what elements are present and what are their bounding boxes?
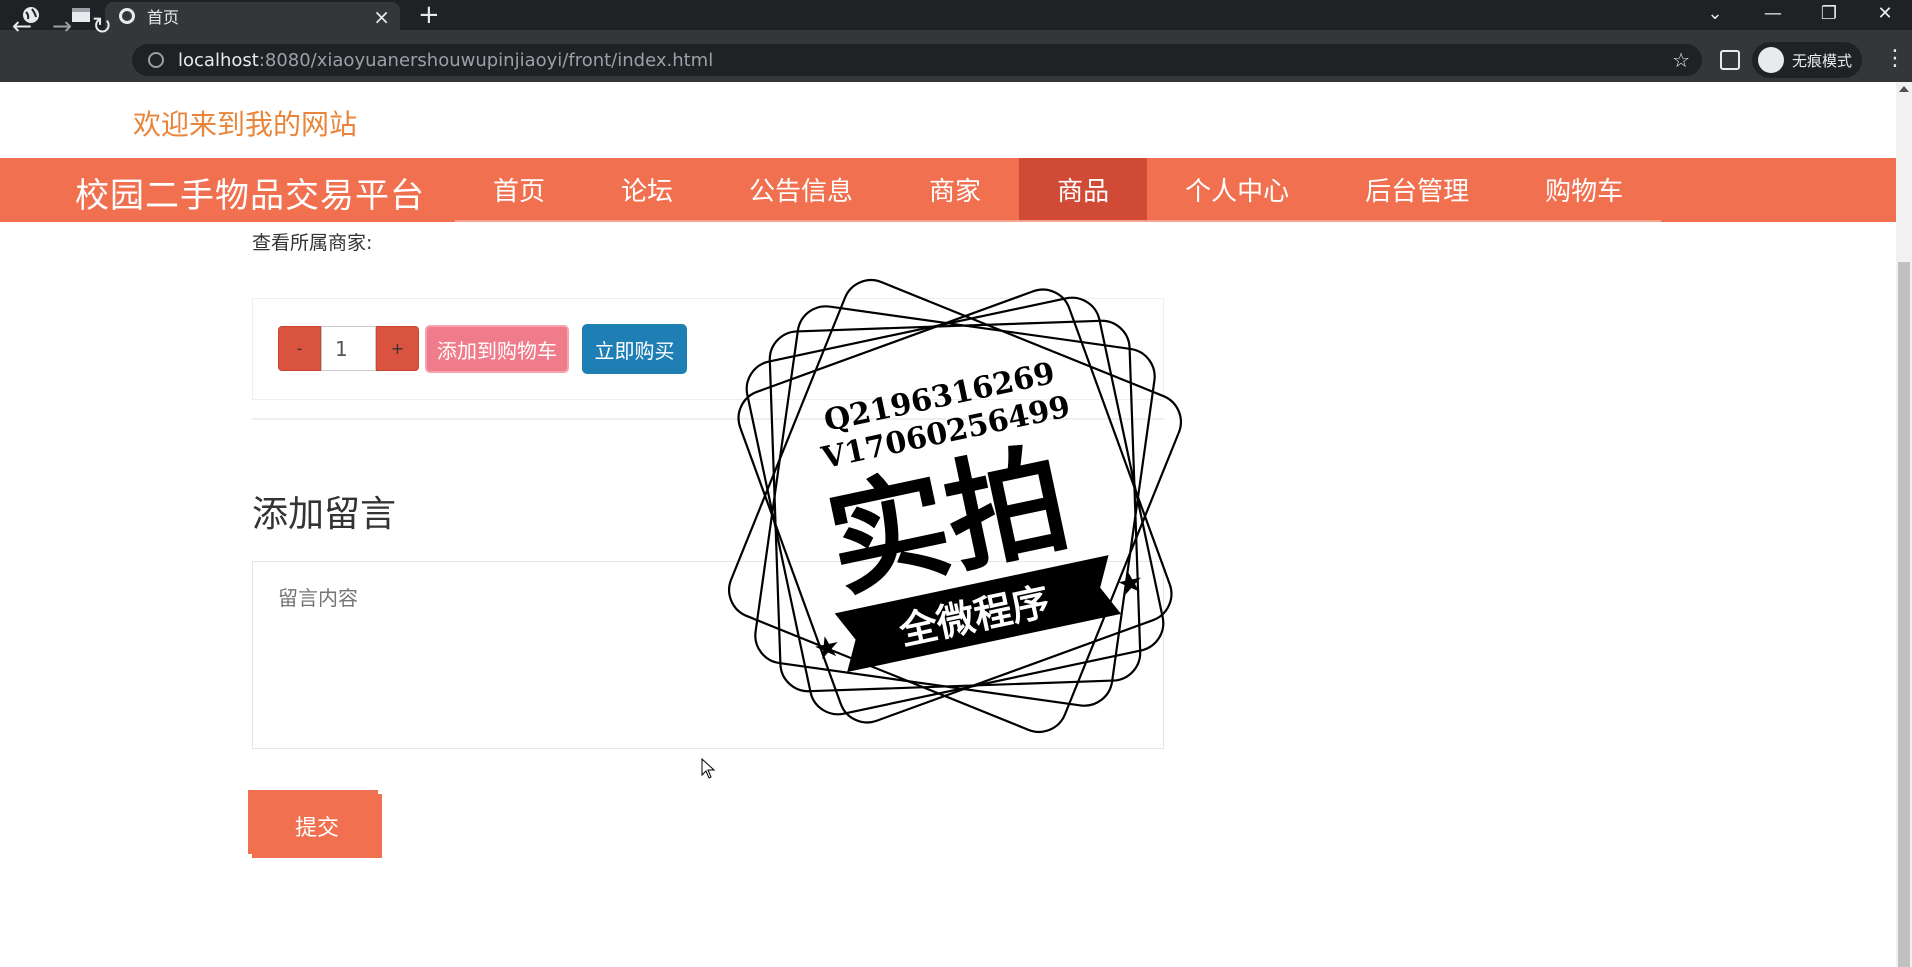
welcome-text: 欢迎来到我的网站	[133, 108, 358, 141]
reading-list-icon[interactable]	[1720, 50, 1740, 70]
nav-admin[interactable]: 后台管理	[1327, 158, 1508, 222]
globe-icon	[119, 8, 135, 24]
url-bar[interactable]: localhost:8080/xiaoyuanershouwupinjiaoyi…	[132, 44, 1702, 76]
restore-button[interactable]: ❐	[1806, 0, 1852, 30]
tab-title: 首页	[147, 8, 180, 27]
nav-cart[interactable]: 购物车	[1507, 158, 1662, 222]
submit-button[interactable]: 提交	[252, 794, 382, 858]
add-to-cart-button[interactable]: 添加到购物车	[425, 325, 569, 373]
comment-section-title: 添加留言	[252, 494, 397, 535]
view-merchant-link[interactable]: 查看所属商家:	[252, 228, 372, 255]
nav-goods[interactable]: 商品	[1019, 158, 1148, 222]
chevron-down-icon[interactable]: ⌄	[1692, 0, 1738, 30]
close-icon[interactable]: ×	[373, 5, 390, 29]
incognito-icon	[1758, 47, 1784, 73]
new-tab-button[interactable]: +	[418, 0, 440, 30]
quantity-increase-button[interactable]: +	[376, 326, 419, 371]
nav-profile[interactable]: 个人中心	[1147, 158, 1328, 222]
url-host: localhost	[178, 49, 259, 71]
site-logo[interactable]: 校园二手物品交易平台	[75, 168, 425, 217]
window-close-button[interactable]: ✕	[1862, 0, 1908, 30]
nav-notice[interactable]: 公告信息	[711, 158, 892, 222]
browser-tab-active[interactable]: 首页 ×	[105, 2, 400, 30]
mouse-cursor-icon	[701, 758, 716, 779]
scrollbar-thumb[interactable]	[1898, 262, 1910, 967]
star-icon: ★	[810, 628, 844, 668]
buy-now-button[interactable]: 立即购买	[582, 324, 687, 374]
nav-menu: 首页 论坛 公告信息 商家 商品 个人中心 后台管理 购物车	[455, 158, 1662, 222]
incognito-badge[interactable]: 无痕模式	[1752, 42, 1862, 78]
star-icon[interactable]: ☆	[1672, 48, 1690, 72]
minimize-button[interactable]: —	[1750, 0, 1796, 30]
nav-merchant[interactable]: 商家	[891, 158, 1020, 222]
quantity-input[interactable]: 1	[321, 326, 376, 371]
more-menu-icon[interactable]: ⋮	[1884, 46, 1906, 71]
info-icon[interactable]	[148, 52, 164, 68]
watermark-stamp: Q2196316269 V17060256499 实拍 全微程序 ★ ★	[728, 279, 1182, 733]
scroll-up-icon[interactable]	[1899, 86, 1909, 92]
incognito-label: 无痕模式	[1792, 51, 1853, 70]
nav-home[interactable]: 首页	[455, 158, 584, 222]
star-icon: ★	[1114, 564, 1148, 604]
reload-icon[interactable]: ↻	[92, 13, 112, 39]
quantity-decrease-button[interactable]: -	[278, 326, 321, 371]
forward-arrow-icon[interactable]: →	[52, 13, 72, 39]
url-path: :8080/xiaoyuanershouwupinjiaoyi/front/in…	[258, 49, 714, 71]
back-arrow-icon[interactable]: ←	[12, 13, 32, 39]
nav-forum[interactable]: 论坛	[583, 158, 712, 222]
